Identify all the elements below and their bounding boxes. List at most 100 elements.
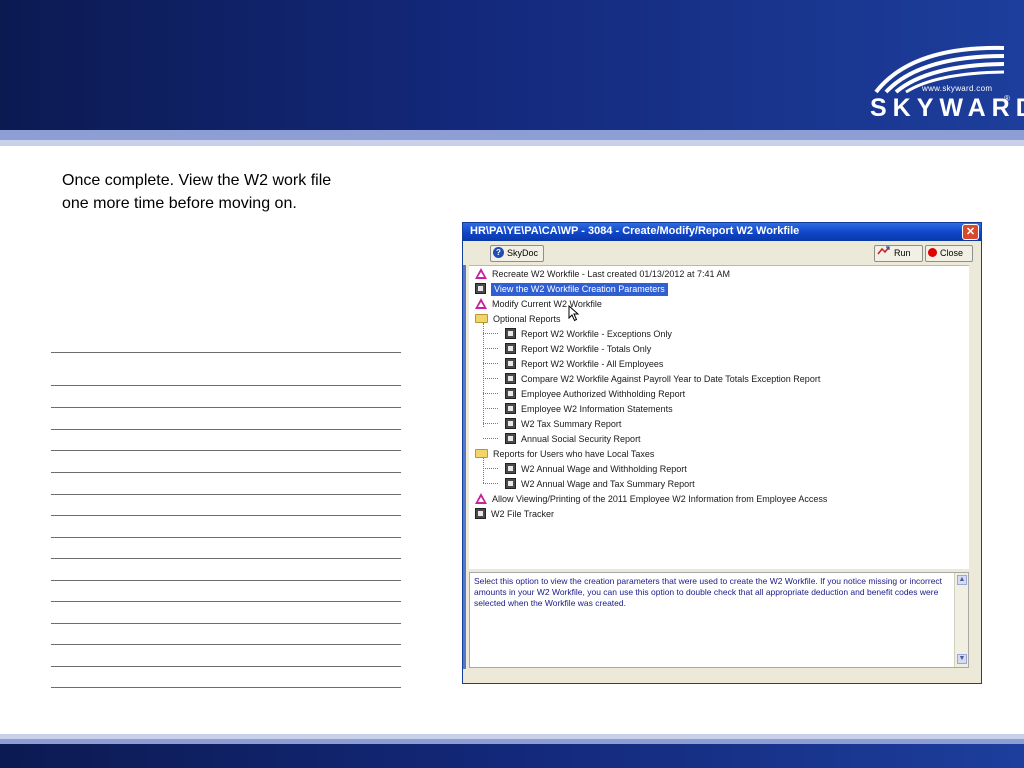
option-description-text: Select this option to view the creation …: [474, 576, 943, 608]
tree-item-tax-summary[interactable]: W2 Tax Summary Report: [505, 418, 621, 431]
tree-item-file-tracker[interactable]: W2 File Tracker: [475, 508, 554, 521]
note-line: [51, 537, 401, 538]
note-line: [51, 472, 401, 473]
note-line: [51, 601, 401, 602]
tree-item-label: W2 Annual Wage and Tax Summary Report: [521, 479, 695, 489]
tree-item-label: Reports for Users who have Local Taxes: [493, 449, 655, 459]
window-close-button[interactable]: ✕: [962, 224, 979, 240]
report-icon: [475, 283, 486, 295]
tree-item-report-exceptions[interactable]: Report W2 Workfile - Exceptions Only: [505, 328, 672, 341]
tree-item-compare-payroll[interactable]: Compare W2 Workfile Against Payroll Year…: [505, 373, 820, 386]
tree-branch: [483, 438, 498, 439]
tree-item-wage-tax-summary[interactable]: W2 Annual Wage and Tax Summary Report: [505, 478, 695, 491]
tree-item-label: Report W2 Workfile - All Employees: [521, 359, 664, 369]
note-line: [51, 558, 401, 559]
tree-branch: [483, 423, 498, 424]
tree-item-w2-statements[interactable]: Employee W2 Information Statements: [505, 403, 673, 416]
tree-item-view-creation-parameters[interactable]: View the W2 Workfile Creation Parameters: [475, 283, 668, 296]
tree-item-label: Compare W2 Workfile Against Payroll Year…: [521, 374, 821, 384]
tree-item-wage-withholding[interactable]: W2 Annual Wage and Withholding Report: [505, 463, 687, 476]
tree-item-allow-viewing[interactable]: Allow Viewing/Printing of the 2011 Emplo…: [475, 493, 827, 506]
note-line: [51, 385, 401, 386]
report-icon: [505, 418, 516, 430]
tree-item-label: Optional Reports: [493, 314, 561, 324]
tree-item-label: Annual Social Security Report: [521, 434, 641, 444]
tree-branch: [483, 378, 498, 379]
footer-banner: [0, 744, 1024, 768]
tree-branch: [483, 323, 484, 427]
tree-branch: [483, 408, 498, 409]
slide-caption: Once complete. View the W2 work file one…: [62, 169, 402, 215]
tree-item-report-all-employees[interactable]: Report W2 Workfile - All Employees: [505, 358, 663, 371]
tree-branch: [483, 483, 498, 484]
report-icon: [505, 343, 516, 355]
tree-folder-optional-reports[interactable]: Optional Reports: [475, 313, 561, 326]
note-line: [51, 407, 401, 408]
close-button[interactable]: Close: [925, 245, 973, 262]
tree-branch: [483, 333, 498, 334]
window-title: HR\PA\YE\PA\CA\WP - 3084 - Create/Modify…: [470, 225, 800, 237]
tree-item-label: Modify Current W2 Workfile: [492, 299, 602, 309]
tree-branch: [483, 348, 498, 349]
tree-item-social-security[interactable]: Annual Social Security Report: [505, 433, 641, 446]
report-icon: [475, 508, 486, 520]
report-icon: [505, 328, 516, 340]
skydoc-label: SkyDoc: [507, 248, 539, 258]
triangle-icon: [475, 268, 487, 280]
triangle-icon: [475, 493, 487, 505]
option-description-box: Select this option to view the creation …: [469, 572, 969, 668]
report-icon: [505, 388, 516, 400]
triangle-icon: [475, 298, 487, 310]
logo-name: SKYWARD: [870, 94, 1024, 122]
caption-line-1: Once complete. View the W2 work file: [62, 172, 332, 189]
note-line: [51, 494, 401, 495]
report-icon: [505, 358, 516, 370]
scroll-up-arrow-icon[interactable]: ▲: [957, 575, 967, 585]
note-line: [51, 623, 401, 624]
note-line: [51, 515, 401, 516]
scroll-down-arrow-icon[interactable]: ▼: [957, 654, 967, 664]
tree-item-label: Employee Authorized Withholding Report: [521, 389, 686, 399]
report-icon: [505, 433, 516, 445]
run-label: Run: [894, 248, 911, 258]
note-line: [51, 580, 401, 581]
tree-item-label: Report W2 Workfile - Totals Only: [521, 344, 652, 354]
tree-item-label: W2 Tax Summary Report: [521, 419, 622, 429]
skydoc-button[interactable]: ? SkyDoc: [490, 245, 544, 262]
tree-item-label: Report W2 Workfile - Exceptions Only: [521, 329, 672, 339]
report-icon: [505, 463, 516, 475]
window-titlebar: HR\PA\YE\PA\CA\WP - 3084 - Create/Modify…: [463, 223, 981, 241]
header-stripe-light: [0, 140, 1024, 146]
note-line: [51, 644, 401, 645]
tree-item-modify-workfile[interactable]: Modify Current W2 Workfile: [475, 298, 602, 311]
tree-item-report-totals[interactable]: Report W2 Workfile - Totals Only: [505, 343, 651, 356]
tree-item-authorized-withholding[interactable]: Employee Authorized Withholding Report: [505, 388, 685, 401]
note-line: [51, 352, 401, 353]
tree-item-label: Allow Viewing/Printing of the 2011 Emplo…: [492, 494, 828, 504]
registered-mark: ®: [1004, 94, 1010, 103]
tree-branch: [483, 468, 498, 469]
note-line: [51, 687, 401, 688]
run-icon: [877, 246, 891, 261]
report-icon: [505, 478, 516, 490]
report-icon: [505, 373, 516, 385]
w2-workfile-window: HR\PA\YE\PA\CA\WP - 3084 - Create/Modify…: [462, 222, 982, 684]
caption-line-2: one more time before moving on.: [62, 195, 297, 212]
run-button[interactable]: Run: [874, 245, 923, 262]
logo-url: www.skyward.com: [922, 84, 993, 93]
description-scrollbar[interactable]: ▲ ▼: [954, 573, 968, 667]
tree-item-recreate-workfile[interactable]: Recreate W2 Workfile - Last created 01/1…: [475, 268, 730, 281]
tree-folder-local-taxes[interactable]: Reports for Users who have Local Taxes: [475, 448, 654, 461]
workfile-options-tree: Recreate W2 Workfile - Last created 01/1…: [469, 265, 969, 569]
tree-item-label: Recreate W2 Workfile - Last created 01/1…: [492, 269, 730, 279]
toolbar: ? SkyDoc Run Close: [469, 242, 977, 266]
tree-item-label: View the W2 Workfile Creation Parameters: [491, 283, 668, 296]
tree-branch: [483, 393, 498, 394]
tree-branch: [483, 363, 498, 364]
tree-item-label: W2 Annual Wage and Withholding Report: [521, 464, 687, 474]
mouse-pointer-icon: [568, 305, 580, 322]
close-label: Close: [940, 248, 964, 258]
folder-icon: [475, 449, 488, 459]
report-icon: [505, 403, 516, 415]
window-side-edge: [463, 265, 466, 669]
